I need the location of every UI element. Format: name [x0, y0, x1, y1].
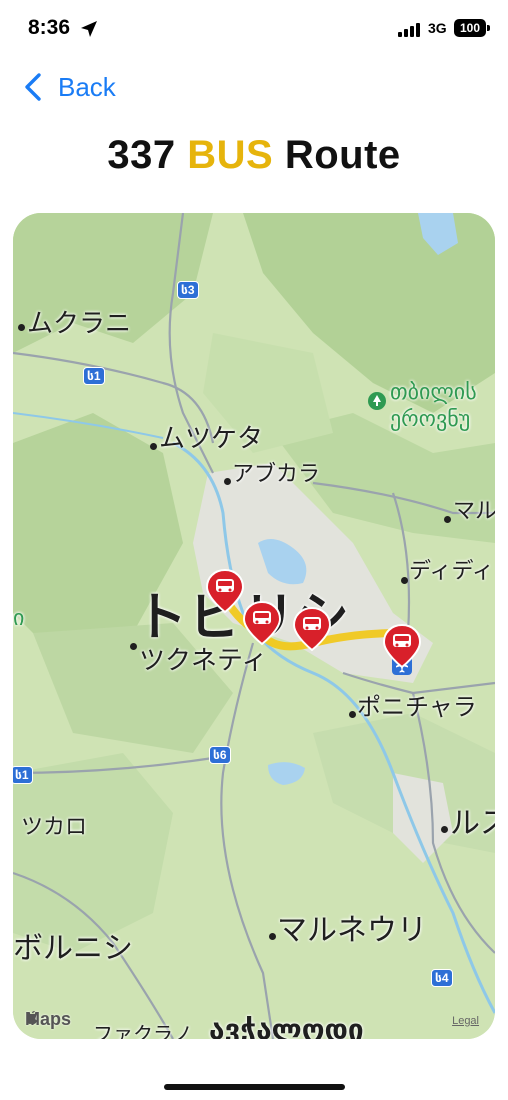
place-label[interactable]: ファクラノ — [93, 1018, 193, 1039]
route-shield: ს3 — [177, 281, 199, 299]
bus-stop-pin[interactable] — [382, 623, 422, 669]
bus-stop-pin[interactable] — [292, 606, 332, 652]
place-label[interactable]: ボルニシ — [13, 923, 133, 967]
back-label: Back — [58, 71, 116, 102]
place-dot — [401, 577, 408, 584]
tree-icon — [368, 392, 386, 410]
bus-stop-pin[interactable] — [205, 568, 245, 614]
park-label[interactable]: ი — [13, 605, 24, 631]
bus-stop-pin[interactable] — [242, 600, 282, 646]
route-shield: ს1 — [83, 367, 105, 385]
park-label[interactable]: ეროვნუ — [390, 406, 470, 432]
route-number: 337 — [107, 133, 176, 177]
route-map[interactable]: ს3 ს1 ს1 ს6 ს4 ムクラニ ムツケタ アブカラ トビリシ ツクネティ… — [13, 213, 495, 1039]
place-label[interactable]: ディディ — [409, 553, 494, 585]
network-type: 3G — [428, 20, 447, 36]
route-shield: ს4 — [431, 969, 453, 987]
place-label[interactable]: ツカロ — [21, 809, 87, 841]
legal-link[interactable]: Legal — [452, 1015, 479, 1027]
place-dot — [269, 933, 276, 940]
place-dot — [441, 826, 448, 833]
back-button[interactable]: Back — [22, 70, 116, 104]
place-label[interactable]: ムクラニ — [27, 303, 131, 340]
status-bar: 8:36 3G 100 — [0, 0, 508, 60]
place-dot — [130, 643, 137, 650]
place-dot — [150, 443, 157, 450]
route-bus-word: BUS — [187, 133, 274, 177]
route-shield: ს1 — [13, 766, 33, 784]
park-label[interactable]: თბილის — [390, 379, 477, 405]
place-dot — [444, 516, 451, 523]
place-label[interactable]: ავჭალოდი — [209, 1013, 364, 1039]
place-dot — [18, 324, 25, 331]
location-arrow-icon — [81, 21, 97, 37]
page-title: 337 BUS Route — [0, 133, 508, 178]
place-label[interactable]: マルネウリ — [277, 905, 427, 949]
clock: 8:36 — [28, 16, 71, 39]
place-dot — [349, 711, 356, 718]
battery-icon: 100 — [454, 19, 486, 37]
route-word: Route — [284, 133, 401, 177]
apple-logo-icon — [26, 1011, 37, 1024]
chevron-left-icon — [25, 73, 41, 101]
home-indicator[interactable] — [164, 1084, 345, 1090]
maps-attribution: Maps — [25, 1009, 71, 1030]
place-label[interactable]: ムツケタ — [159, 418, 263, 455]
place-label[interactable]: ポニチャラ — [357, 687, 477, 722]
route-shield: ს6 — [209, 746, 231, 764]
battery-cap — [487, 25, 490, 31]
place-label[interactable]: アブカラ — [232, 456, 320, 488]
place-dot — [224, 478, 231, 485]
cellular-signal-icon — [398, 23, 420, 37]
place-label[interactable]: ルス — [450, 798, 495, 842]
place-label[interactable]: マル — [453, 493, 495, 525]
